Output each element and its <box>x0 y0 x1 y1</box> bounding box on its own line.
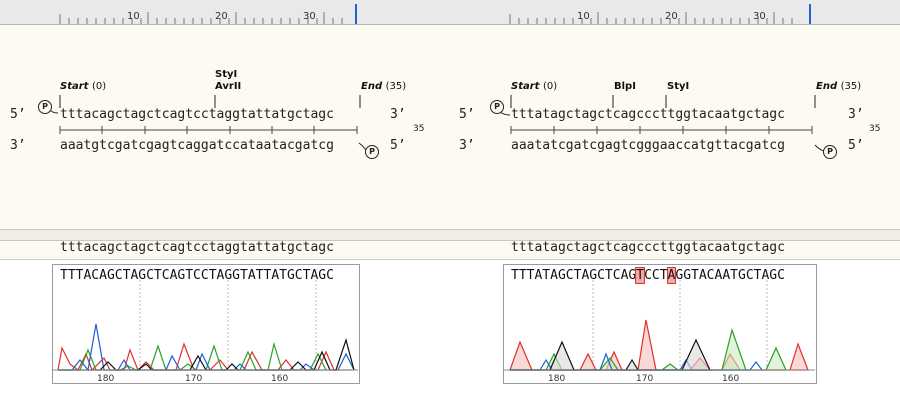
ruler-label-10: 10 <box>577 11 590 22</box>
bottom-strand-5prime: 5’ <box>848 138 864 153</box>
trace-axis-160: 160 <box>722 374 740 384</box>
position-ruler[interactable]: 10 20 30 <box>450 0 900 25</box>
site-markers <box>48 95 367 151</box>
bottom-strand-5prime: 5’ <box>390 138 406 153</box>
start-label: Start <box>511 81 540 92</box>
end-marker[interactable]: End (35) <box>361 81 406 92</box>
start-position: (0) <box>542 81 558 92</box>
site-markers <box>497 95 825 152</box>
end-position: (35) <box>840 81 862 92</box>
ruler-label-20: 20 <box>665 11 678 22</box>
bottom-strand-3prime: 3’ <box>459 138 475 153</box>
sequence-map: Start (0) StyI AvrII End (35) P 5’ tttac… <box>0 25 450 230</box>
top-strand-sequence[interactable]: tttacagctagctcagtcctaggtattatgctagc <box>60 107 334 122</box>
position-ruler[interactable]: 10 20 30 <box>0 0 450 25</box>
trace-axis-180: 180 <box>548 374 566 384</box>
reference-sequence: tttatagctagctcagcccttggtacaatgctagc <box>511 240 785 255</box>
ruler-label-30: 30 <box>753 11 766 22</box>
sequence-length: 35 <box>869 124 881 134</box>
top-strand-3prime: 3’ <box>390 107 406 122</box>
start-marker[interactable]: Start (0) <box>511 81 557 92</box>
end-position: (35) <box>385 81 407 92</box>
enzyme-site-styi[interactable]: StyI <box>215 69 237 80</box>
phosphate-5-prime-icon: P <box>490 100 504 114</box>
start-marker[interactable]: Start (0) <box>60 81 106 92</box>
right-sequence-panel: 10 20 30 Start (0) BlpI StyI End (35) P … <box>450 0 900 405</box>
left-sequence-panel: 10 20 30 Start (0) StyI AvrII End (35) P… <box>0 0 450 405</box>
top-strand-5prime: 5’ <box>459 107 475 122</box>
bottom-strand-sequence[interactable]: aaatgtcgatcgagtcaggatccataatacgatcg <box>60 138 334 153</box>
end-label: End <box>361 81 383 92</box>
trace-axis-170: 170 <box>636 374 654 384</box>
phosphate-3-prime-icon: P <box>823 145 837 159</box>
start-label: Start <box>60 81 89 92</box>
trace-axis-180: 180 <box>97 374 115 384</box>
ruler-label-30: 30 <box>303 11 316 22</box>
ruler-label-20: 20 <box>215 11 228 22</box>
sequence-length: 35 <box>413 124 425 134</box>
bottom-strand-3prime: 3’ <box>10 138 26 153</box>
top-strand-sequence[interactable]: tttatagctagctcagcccttggtacaatgctagc <box>511 107 785 122</box>
phosphate-3-prime-icon: P <box>365 145 379 159</box>
bottom-strand-sequence[interactable]: aaatatcgatcgagtcgggaaccatgttacgatcg <box>511 138 785 153</box>
end-label: End <box>816 81 838 92</box>
phosphate-5-prime-icon: P <box>38 100 52 114</box>
enzyme-site-styi[interactable]: StyI <box>667 81 689 92</box>
start-position: (0) <box>91 81 107 92</box>
top-strand-5prime: 5’ <box>10 107 26 122</box>
trace-axis-170: 170 <box>185 374 203 384</box>
ruler-label-10: 10 <box>127 11 140 22</box>
top-strand-3prime: 3’ <box>848 107 864 122</box>
enzyme-site-blpi[interactable]: BlpI <box>614 81 636 92</box>
end-marker[interactable]: End (35) <box>816 81 861 92</box>
enzyme-site-avrii[interactable]: AvrII <box>215 81 241 92</box>
reference-sequence: tttacagctagctcagtcctaggtattatgctagc <box>60 240 334 255</box>
sequence-map: Start (0) BlpI StyI End (35) P 5’ tttata… <box>450 25 900 230</box>
trace-axis-160: 160 <box>271 374 289 384</box>
chromatogram-trace <box>503 280 815 371</box>
chromatogram-trace <box>52 280 358 372</box>
